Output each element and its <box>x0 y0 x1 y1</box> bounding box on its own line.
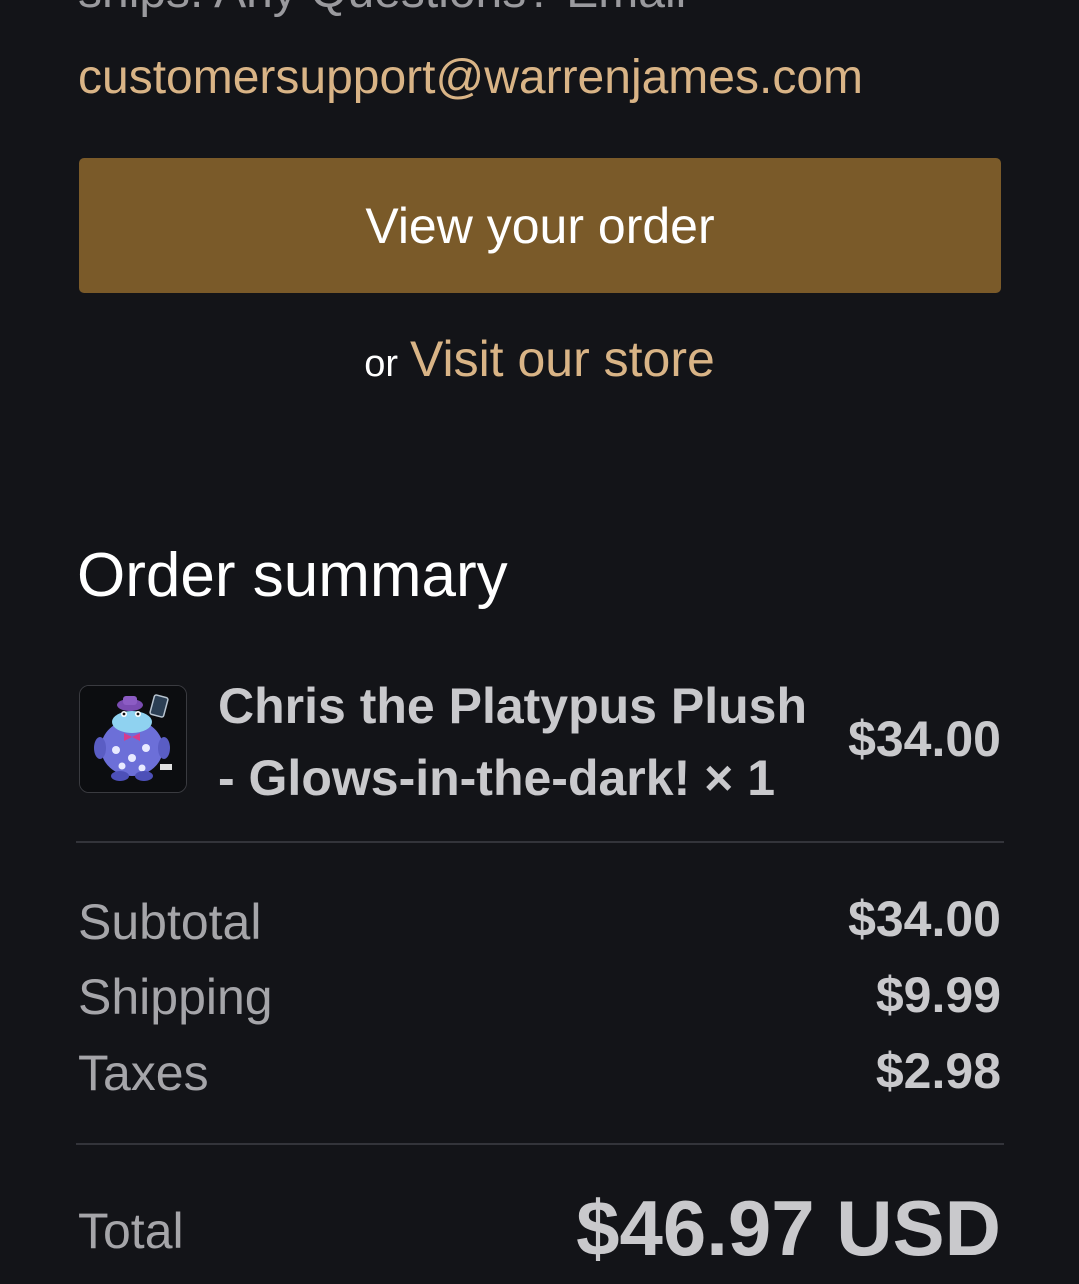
intro-text: ships. Any Questions? Email <box>78 0 686 20</box>
product-price: $34.00 <box>848 711 1001 767</box>
platypus-plush-image <box>80 686 186 792</box>
taxes-label: Taxes <box>78 1045 209 1101</box>
visit-store-link[interactable]: Visit our store <box>410 330 715 388</box>
or-text: or <box>364 343 399 385</box>
product-title-line: Chris the Platypus Plush <box>218 678 808 734</box>
product-thumbnail <box>79 685 187 793</box>
product-title-line: - Glows-in-the-dark! × 1 <box>218 750 776 806</box>
subtotal-label: Subtotal <box>78 894 262 950</box>
view-order-button[interactable]: View your order <box>79 158 1001 293</box>
divider <box>76 841 1004 843</box>
shipping-label: Shipping <box>78 969 273 1025</box>
visit-store-row: or Visit our store <box>0 330 1079 388</box>
support-email-link[interactable]: customersupport@warrenjames.com <box>78 50 863 106</box>
shipping-value: $9.99 <box>875 967 1001 1023</box>
total-label: Total <box>78 1203 184 1259</box>
product-title: Chris the Platypus Plush - Glows-in-the-… <box>218 670 818 814</box>
total-value: $46.97 USD <box>576 1184 1001 1272</box>
taxes-value: $2.98 <box>875 1043 1001 1099</box>
order-summary-heading: Order summary <box>77 541 508 610</box>
subtotal-value: $34.00 <box>848 891 1001 947</box>
divider <box>76 1143 1004 1145</box>
order-confirmation-page: ships. Any Questions? Email customersupp… <box>0 0 1079 1284</box>
